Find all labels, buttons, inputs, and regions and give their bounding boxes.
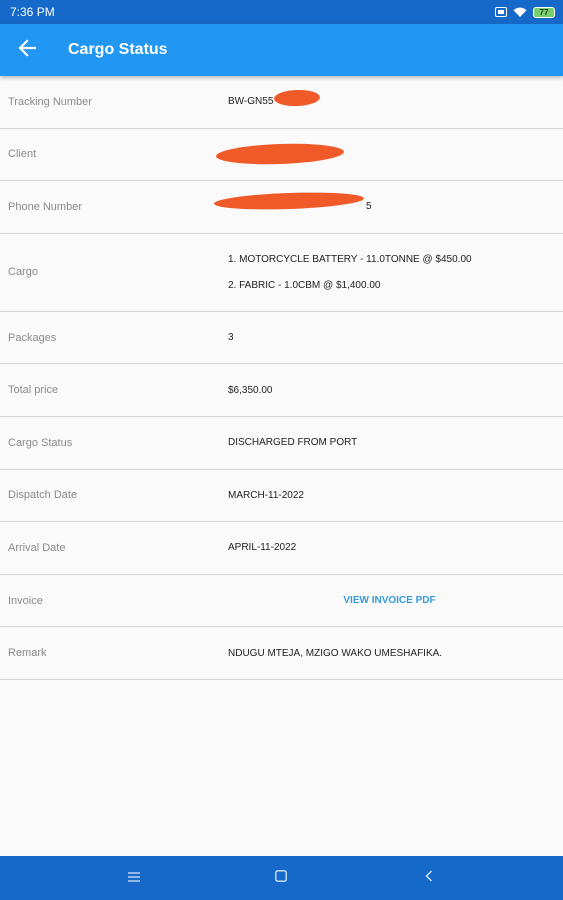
tracking-number-label: Tracking Number [8, 95, 92, 108]
sim-icon [495, 7, 507, 17]
system-back-button[interactable] [409, 856, 449, 900]
arrival-date-value: APRIL-11-2022 [228, 542, 297, 554]
remark-value: NDUGU MTEJA, MZIGO WAKO UMESHAFIKA. [228, 647, 443, 659]
battery-icon: 77 [533, 6, 555, 18]
page-title: Cargo Status [68, 41, 168, 58]
home-square-icon [275, 869, 288, 887]
row-dispatch-date: Dispatch Date MARCH-11-2022 [0, 470, 563, 523]
back-chevron-icon [425, 869, 433, 887]
battery-level: 77 [539, 7, 549, 17]
tracking-number-value: BW-GN55 [228, 89, 563, 108]
row-invoice: Invoice VIEW INVOICE PDF [0, 575, 563, 628]
cargo-details-list: Tracking Number BW-GN55 Client Phone Num… [0, 76, 563, 680]
row-cargo: Cargo 1. MOTORCYCLE BATTERY - 11.0TONNE … [0, 234, 563, 312]
phone-number-label: Phone Number [8, 200, 82, 213]
app-bar: Cargo Status [0, 24, 563, 76]
row-tracking-number: Tracking Number BW-GN55 [0, 76, 563, 129]
total-price-value: $6,350.00 [228, 384, 273, 396]
arrow-back-icon [18, 38, 37, 62]
cargo-status-value: DISCHARGED FROM PORT [228, 437, 358, 449]
dispatch-date-label: Dispatch Date [8, 489, 78, 502]
client-label: Client [8, 148, 37, 161]
cargo-item: 2. FABRIC - 1.0CBM @ $1,400.00 [228, 279, 381, 291]
home-button[interactable] [261, 856, 301, 900]
total-price-label: Total price [8, 384, 59, 397]
arrival-date-label: Arrival Date [8, 541, 66, 554]
menu-icon [127, 869, 140, 887]
back-button[interactable] [0, 24, 54, 76]
status-icons: 77 [495, 6, 555, 18]
cargo-items: 1. MOTORCYCLE BATTERY - 11.0TONNE @ $450… [228, 254, 563, 291]
view-invoice-pdf-link[interactable]: VIEW INVOICE PDF [343, 595, 435, 606]
remark-label: Remark [8, 647, 47, 660]
row-remark: Remark NDUGU MTEJA, MZIGO WAKO UMESHAFIK… [0, 627, 563, 680]
row-cargo-status: Cargo Status DISCHARGED FROM PORT [0, 417, 563, 470]
phone-number-value: 5 [213, 190, 563, 213]
invoice-value: VIEW INVOICE PDF [228, 595, 563, 606]
dispatch-date-value: MARCH-11-2022 [228, 489, 304, 501]
row-total-price: Total price $6,350.00 [0, 364, 563, 417]
redaction-mark [273, 89, 321, 108]
cargo-item: 1. MOTORCYCLE BATTERY - 11.0TONNE @ $450… [228, 253, 472, 265]
menu-button[interactable] [114, 856, 154, 900]
status-time: 7:36 PM [10, 5, 55, 19]
packages-label: Packages [8, 331, 57, 344]
packages-value: 3 [228, 332, 234, 344]
tracking-number-text: BW-GN55 [228, 96, 274, 108]
invoice-label: Invoice [8, 594, 43, 607]
cargo-label: Cargo [8, 266, 38, 279]
row-arrival-date: Arrival Date APRIL-11-2022 [0, 522, 563, 575]
cargo-status-label: Cargo Status [8, 436, 73, 449]
phone-number-text: 5 [366, 201, 372, 213]
status-bar: 7:36 PM 77 [0, 0, 563, 24]
system-nav-bar [0, 856, 563, 900]
wifi-icon [513, 7, 527, 18]
redaction-mark [213, 190, 365, 213]
row-client: Client [0, 129, 563, 182]
row-phone-number: Phone Number 5 [0, 181, 563, 234]
redaction-mark [215, 142, 345, 167]
row-packages: Packages 3 [0, 312, 563, 365]
